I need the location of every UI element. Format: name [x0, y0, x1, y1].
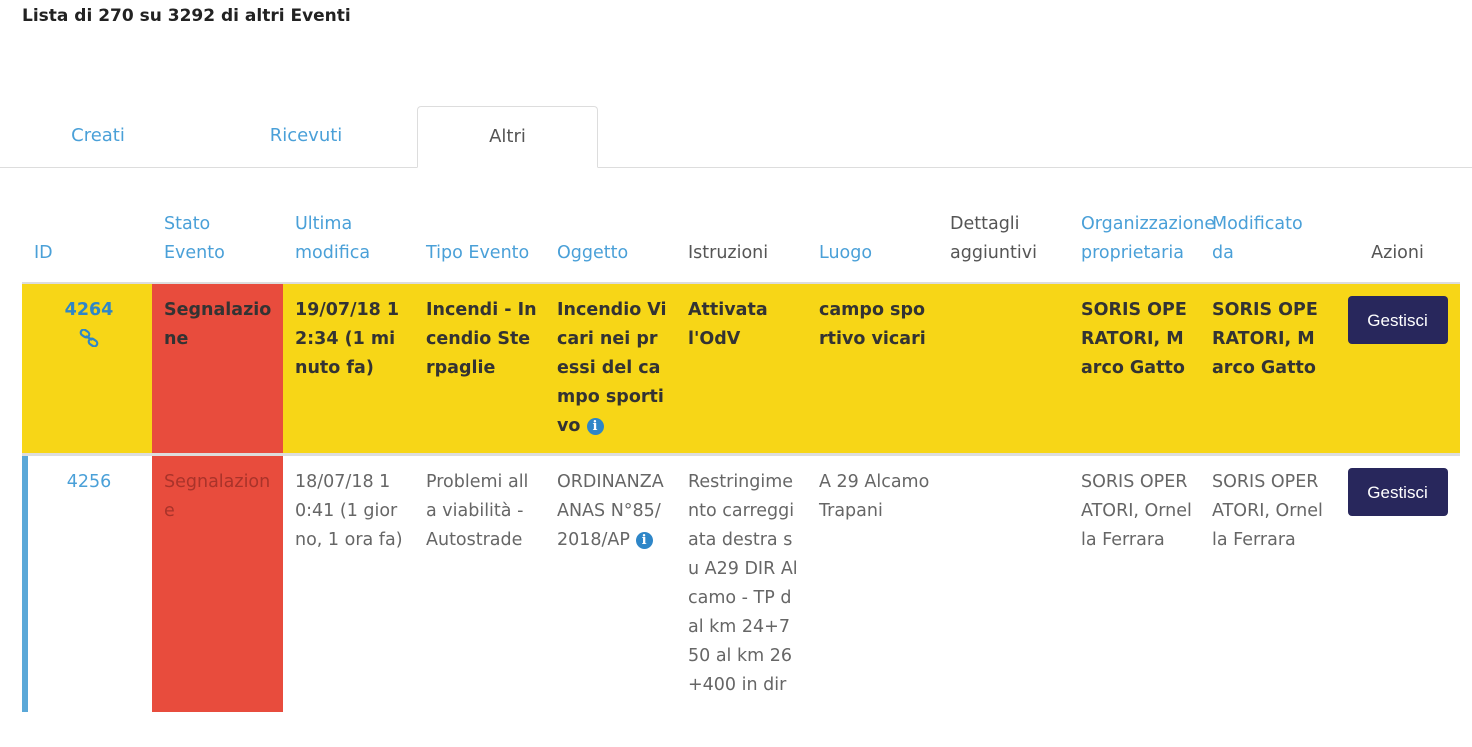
col-header-organizzazione[interactable]: Organizzazione proprietaria [1069, 168, 1215, 284]
cell-id: 4256 [22, 453, 152, 712]
col-header-azioni: Azioni [1331, 168, 1460, 284]
event-tabs: Creati Ricevuti Altri [0, 106, 1472, 168]
cell-luogo: A 29 Alcamo Trapani [807, 453, 938, 712]
col-header-oggetto[interactable]: Oggetto [545, 168, 676, 284]
cell-tipo: Problemi alla viabilità - Autostrade [414, 453, 545, 712]
col-header-dettagli: Dettagli aggiuntivi [938, 168, 1069, 284]
table-header-row: ID Stato Evento Ultima modifica Tipo Eve… [22, 168, 1460, 284]
cell-oggetto: ORDINANZA ANAS N°85/2018/AP i [545, 453, 676, 712]
cell-istruzioni: Attivata l'OdV [676, 283, 807, 455]
event-id-link[interactable]: 4256 [67, 472, 112, 492]
gestisci-button[interactable]: Gestisci [1347, 468, 1448, 516]
link-chain-icon[interactable] [79, 329, 99, 347]
cell-modificato-da: SORIS OPERATORI, Ornella Ferrara [1200, 453, 1331, 712]
cell-ultima-modifica: 19/07/18 12:34 (1 minuto fa) [283, 283, 414, 455]
tab-ricevuti[interactable]: Ricevuti [230, 106, 382, 166]
cell-istruzioni: Restringimento carreggiata destra su A29… [676, 453, 807, 712]
cell-stato: Segnalazione [152, 453, 283, 712]
cell-tipo: Incendi - Incendio Sterpaglie [414, 283, 545, 455]
tab-creati[interactable]: Creati [22, 106, 174, 166]
gestisci-button[interactable]: Gestisci [1347, 296, 1448, 344]
info-icon[interactable]: i [635, 532, 653, 549]
cell-ultima-modifica: 18/07/18 10:41 (1 giorno, 1 ora fa) [283, 453, 414, 712]
cell-id: 4264 [22, 283, 152, 455]
cell-oggetto: Incendio Vicari nei pressi del campo spo… [545, 283, 676, 455]
col-header-stato[interactable]: Stato Evento [152, 168, 283, 284]
events-table: ID Stato Evento Ultima modifica Tipo Eve… [22, 168, 1460, 712]
oggetto-text: Incendio Vicari nei pressi del campo spo… [557, 300, 667, 436]
cell-azioni: Gestisci [1331, 453, 1460, 712]
col-header-modificato-da[interactable]: Modificato da [1200, 168, 1331, 284]
page-title: Lista di 270 su 3292 di altri Eventi [22, 6, 351, 26]
table-row: 4256 Segnalazione 18/07/18 10:41 (1 gior… [22, 453, 1460, 712]
col-header-id[interactable]: ID [22, 168, 152, 284]
cell-luogo: campo sportivo vicari [807, 283, 938, 455]
cell-organizzazione: SORIS OPERATORI, Ornella Ferrara [1069, 453, 1200, 712]
col-header-ultima-modifica[interactable]: Ultima modifica [283, 168, 414, 284]
col-header-luogo[interactable]: Luogo [807, 168, 938, 284]
col-header-tipo[interactable]: Tipo Evento [414, 168, 545, 284]
cell-azioni: Gestisci [1331, 283, 1460, 455]
cell-modificato-da: SORIS OPERATORI, Marco Gatto [1200, 283, 1331, 455]
cell-stato: Segnalazione [152, 283, 283, 455]
cell-dettagli [938, 453, 1069, 712]
tab-altri[interactable]: Altri [417, 106, 598, 168]
cell-organizzazione: SORIS OPERATORI, Marco Gatto [1069, 283, 1200, 455]
info-icon[interactable]: i [586, 418, 604, 435]
col-header-istruzioni: Istruzioni [676, 168, 807, 284]
event-id-link[interactable]: 4264 [65, 300, 114, 320]
cell-dettagli [938, 283, 1069, 455]
table-row: 4264 Segnalazione 19/07/18 12:34 (1 minu… [22, 283, 1460, 455]
